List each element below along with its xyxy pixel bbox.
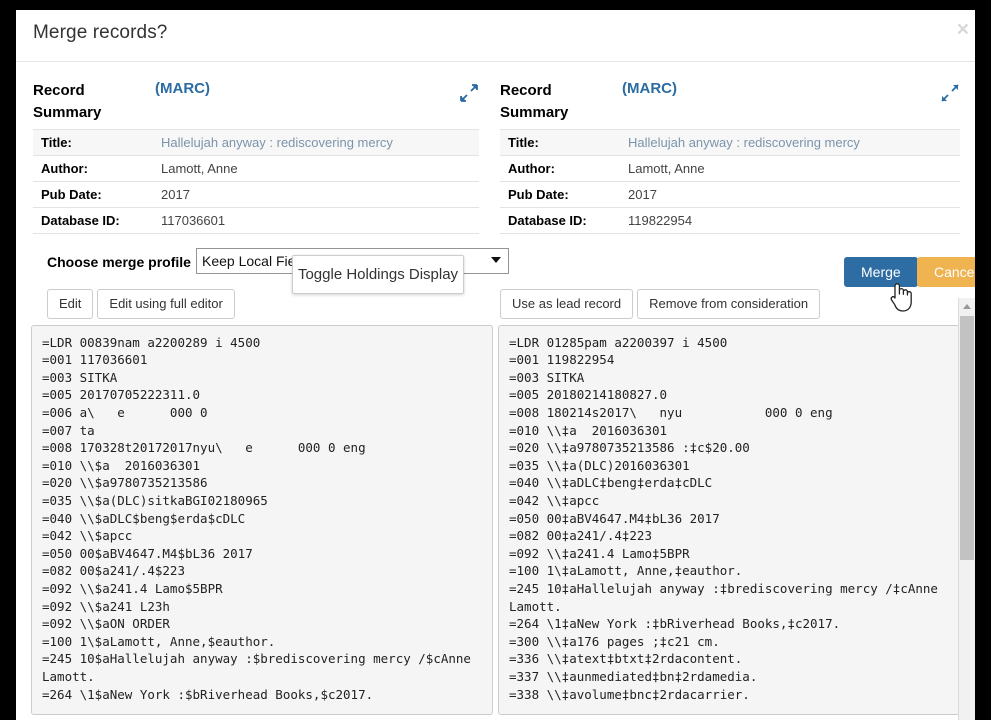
field-key: Pub Date: [500,180,620,207]
dialog-header: Merge records? × [16,10,975,62]
marc-link[interactable]: (MARC) [155,80,210,97]
field-key: Author: [500,154,620,181]
record-summary-heading: Record Summary [33,82,102,121]
table-row: Database ID: 119822954 [500,206,960,234]
edit-button[interactable]: Edit [47,288,94,319]
field-key: Pub Date: [33,180,153,207]
merge-profile-label: Choose merge profile [47,253,191,270]
record-pane-right: Record Summary (MARC) Title: Hallelujah … [495,62,974,234]
editor-toolbars: Edit Edit using full editor Use as lead r… [16,288,975,319]
dialog-scrollbar[interactable] [958,298,975,720]
field-key: Database ID: [33,206,153,234]
field-key: Database ID: [500,206,620,234]
expand-arrows-icon[interactable] [459,83,479,103]
page-title: Merge records? [33,22,168,43]
field-key: Title: [33,128,153,155]
close-icon[interactable]: × [957,19,969,40]
scrollbar-thumb[interactable] [960,316,974,560]
marc-text-left[interactable]: =LDR 00839nam a2200289 i 4500 =001 11703… [31,324,493,715]
field-value-author: Lamott, Anne [620,154,960,181]
table-row: Title: Hallelujah anyway : rediscovering… [33,128,479,155]
record-summary-header-right: Record Summary (MARC) [500,80,960,124]
field-value-database-id: 119822954 [620,206,960,234]
remove-from-consideration-button[interactable]: Remove from consideration [637,288,821,319]
record-summary-header-left: Record Summary (MARC) [33,80,479,124]
chevron-down-icon [491,256,501,263]
field-value-title: Hallelujah anyway : rediscovering mercy [620,128,960,155]
marc-editors: =LDR 00839nam a2200289 i 4500 =001 11703… [16,324,975,715]
table-row: Pub Date: 2017 [33,180,479,207]
field-key: Author: [33,154,153,181]
edit-full-editor-button[interactable]: Edit using full editor [97,288,235,319]
record-summary-table-right: Title: Hallelujah anyway : rediscovering… [500,128,960,234]
marc-link[interactable]: (MARC) [622,80,677,97]
field-value-pubdate: 2017 [153,180,479,207]
record-pane-left: Record Summary (MARC) Title: Hallelujah … [16,62,495,234]
record-summary-heading: Record Summary [500,82,569,121]
field-value-author: Lamott, Anne [153,154,479,181]
table-row: Database ID: 117036601 [33,206,479,234]
expand-arrows-icon[interactable] [940,83,960,103]
dialog-body: Record Summary (MARC) Title: Hallelujah … [16,62,975,715]
merge-profile-selected-value: Keep Local Fie [202,252,296,269]
field-value-title: Hallelujah anyway : rediscovering mercy [153,128,479,155]
pointing-hand-cursor [888,281,914,313]
field-key: Title: [500,128,620,155]
use-as-lead-record-button[interactable]: Use as lead record [500,288,634,319]
toggle-holdings-display-tooltip: Toggle Holdings Display [292,255,464,294]
field-value-database-id: 117036601 [153,206,479,234]
table-row: Author: Lamott, Anne [33,154,479,181]
table-row: Author: Lamott, Anne [500,154,960,181]
record-summary-panes: Record Summary (MARC) Title: Hallelujah … [16,62,975,234]
merge-records-dialog: Merge records? × Record Summary (MARC) T… [16,10,975,720]
table-row: Pub Date: 2017 [500,180,960,207]
marc-text-right[interactable]: =LDR 01285pam a2200397 i 4500 =001 11982… [498,324,960,715]
merge-profile-row: Choose merge profile Keep Local Fie [16,241,975,285]
table-row: Title: Hallelujah anyway : rediscovering… [500,128,960,155]
cancel-button[interactable]: Cancel [917,257,975,287]
scroll-up-arrow-icon[interactable] [959,298,975,315]
field-value-pubdate: 2017 [620,180,960,207]
record-summary-table-left: Title: Hallelujah anyway : rediscovering… [33,128,479,234]
